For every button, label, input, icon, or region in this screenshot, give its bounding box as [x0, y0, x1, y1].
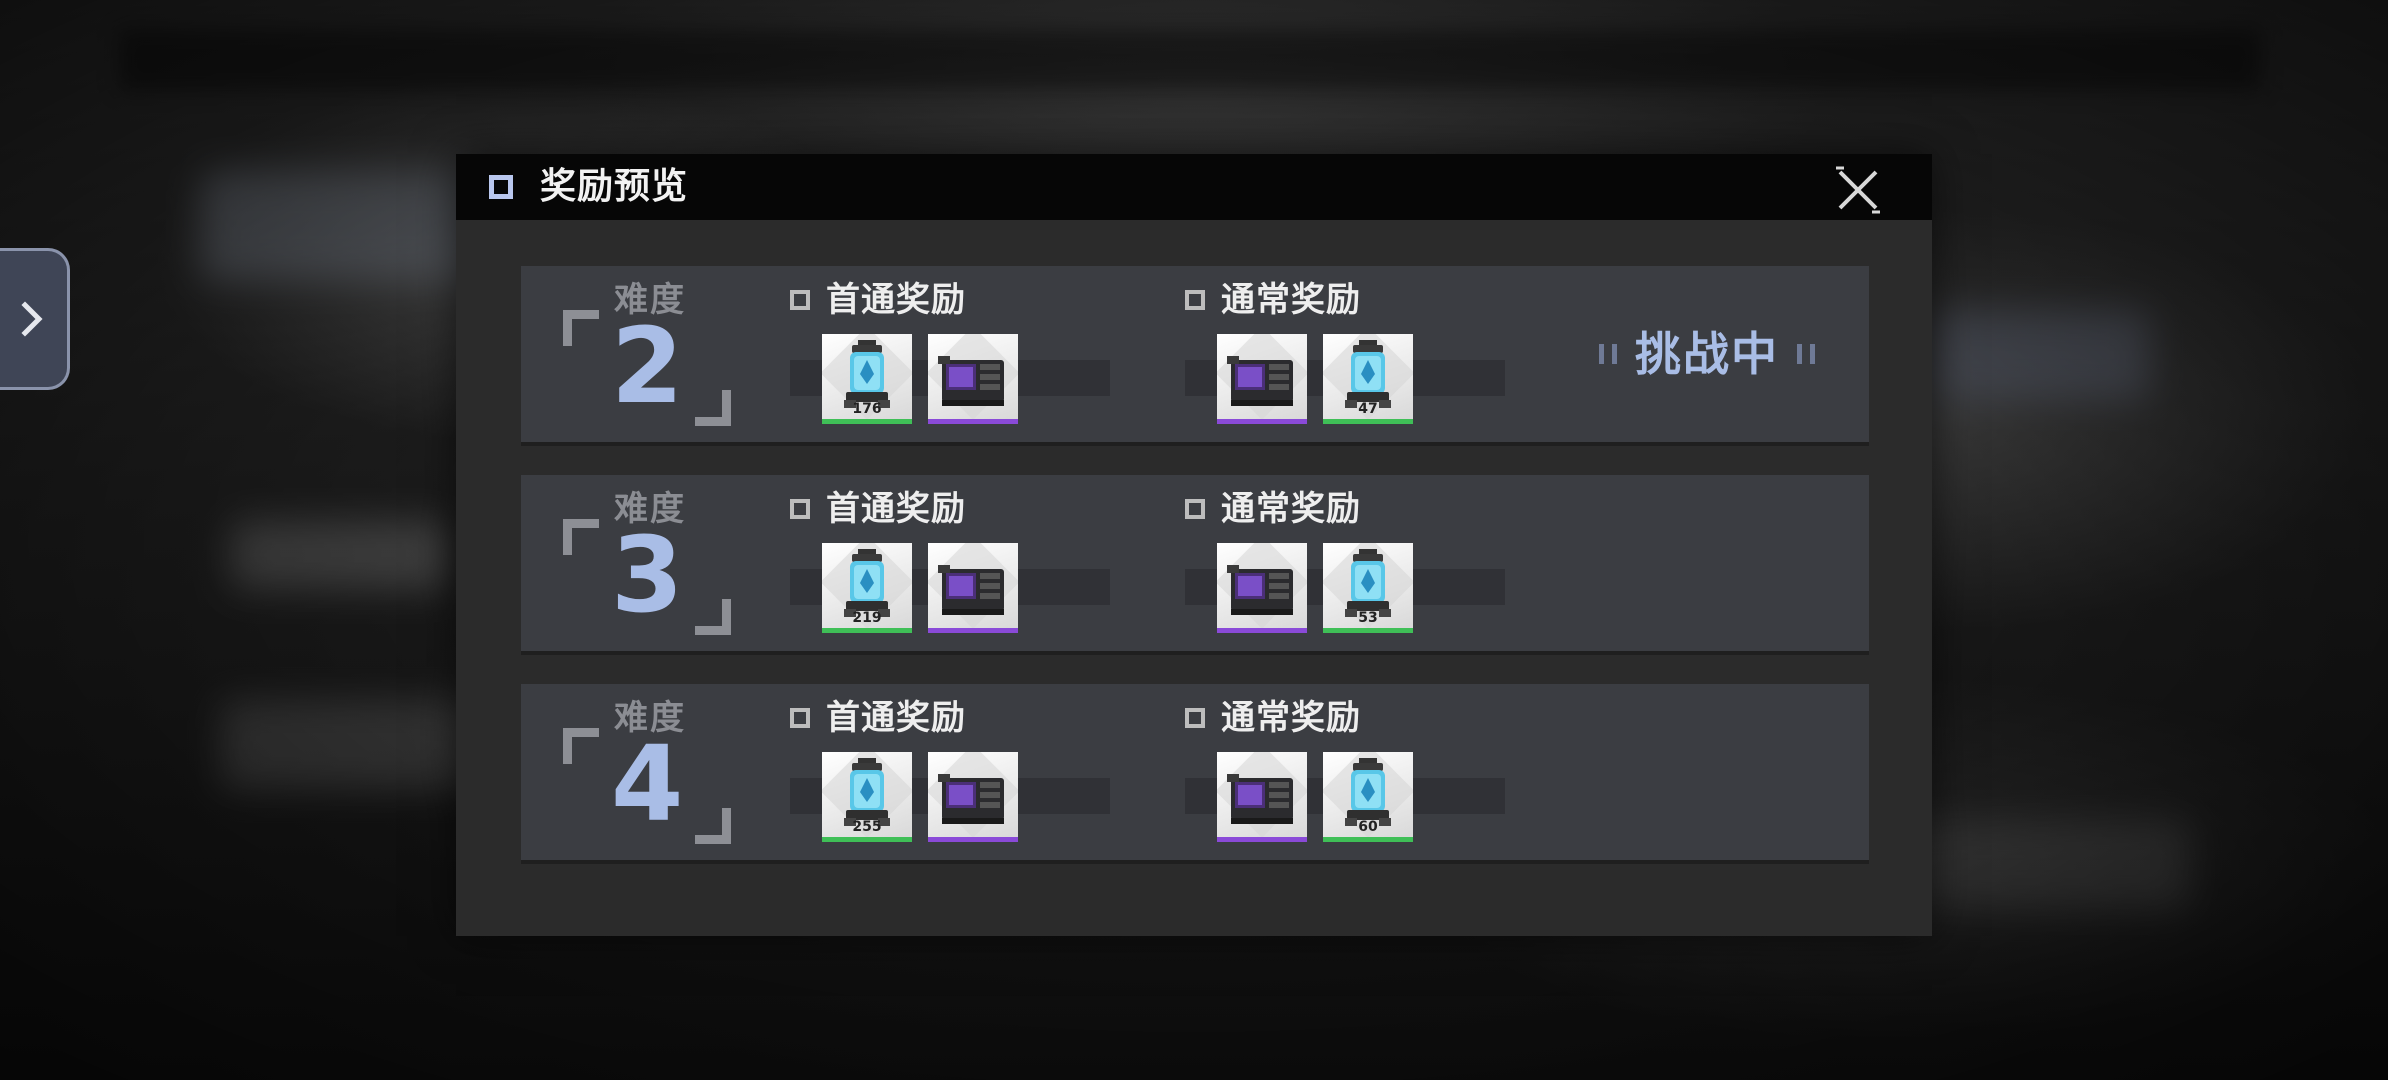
status-dash — [1810, 344, 1815, 364]
regular-label: 通常奖励 — [1221, 698, 1361, 738]
purple-device-icon — [938, 774, 1004, 824]
regular-rewards: 通常奖励 60 — [1185, 684, 1545, 860]
first-clear-rewards: 首通奖励 255 — [790, 684, 1150, 860]
reward-group-header: 通常奖励 — [1185, 280, 1361, 320]
reward-item[interactable]: 176 — [822, 334, 912, 424]
regular-label: 通常奖励 — [1221, 280, 1361, 320]
side-expand-tab[interactable] — [0, 248, 70, 390]
reward-items: 60 — [1217, 752, 1413, 842]
purple-device-icon — [1227, 774, 1293, 824]
difficulty-row[interactable]: 难度 3 首通奖励 219 通常奖励 53 — [521, 475, 1869, 651]
group-square-icon — [790, 290, 810, 310]
regular-rewards: 通常奖励 53 — [1185, 475, 1545, 651]
difficulty-number: 3 — [611, 514, 684, 636]
group-square-icon — [1185, 290, 1205, 310]
bracket-bottom-right — [695, 390, 731, 426]
reward-items: 53 — [1217, 543, 1413, 633]
challenge-status: 挑战中 — [1599, 324, 1815, 384]
close-icon — [1836, 166, 1880, 214]
first-clear-label: 首通奖励 — [826, 698, 966, 738]
item-count: 219 — [852, 610, 882, 626]
reward-group-header: 通常奖励 — [1185, 698, 1361, 738]
dialog-header: 奖励预览 — [456, 154, 1932, 220]
reward-group-header: 首通奖励 — [790, 698, 966, 738]
bracket-top-left — [563, 310, 599, 346]
purple-device-icon — [938, 356, 1004, 406]
reward-item[interactable]: 47 — [1323, 334, 1413, 424]
first-clear-rewards: 首通奖励 176 — [790, 266, 1150, 442]
challenge-status-text: 挑战中 — [1635, 327, 1779, 381]
reward-item[interactable]: 60 — [1323, 752, 1413, 842]
first-clear-label: 首通奖励 — [826, 489, 966, 529]
title-square-icon — [489, 175, 513, 199]
difficulty-row[interactable]: 难度 4 首通奖励 255 通常奖励 60 — [521, 684, 1869, 860]
dialog-title: 奖励预览 — [540, 166, 689, 207]
bracket-top-left — [563, 519, 599, 555]
reward-items: 255 — [822, 752, 1018, 842]
reward-item[interactable] — [1217, 334, 1307, 424]
reward-items: 176 — [822, 334, 1018, 424]
reward-item[interactable] — [1217, 543, 1307, 633]
regular-rewards: 通常奖励 47 — [1185, 266, 1545, 442]
bracket-bottom-right — [695, 808, 731, 844]
difficulty-badge: 难度 2 — [521, 266, 761, 442]
group-square-icon — [790, 499, 810, 519]
reward-preview-dialog: 奖励预览 难度 2 首通奖励 176 通常奖励 47 挑战中 难度 3 首通奖励… — [456, 154, 1932, 936]
group-square-icon — [790, 708, 810, 728]
item-count: 60 — [1358, 819, 1378, 835]
reward-items: 47 — [1217, 334, 1413, 424]
difficulty-row[interactable]: 难度 2 首通奖励 176 通常奖励 47 挑战中 — [521, 266, 1869, 442]
first-clear-rewards: 首通奖励 219 — [790, 475, 1150, 651]
first-clear-label: 首通奖励 — [826, 280, 966, 320]
reward-group-header: 通常奖励 — [1185, 489, 1361, 529]
reward-item[interactable] — [1217, 752, 1307, 842]
item-count: 255 — [852, 819, 882, 835]
difficulty-number: 2 — [611, 305, 684, 427]
status-dash — [1599, 344, 1604, 364]
status-dash — [1612, 344, 1617, 364]
difficulty-badge: 难度 3 — [521, 475, 761, 651]
purple-device-icon — [1227, 565, 1293, 615]
difficulty-badge: 难度 4 — [521, 684, 761, 860]
purple-device-icon — [938, 565, 1004, 615]
reward-item[interactable] — [928, 752, 1018, 842]
reward-item[interactable] — [928, 543, 1018, 633]
item-count: 53 — [1358, 610, 1378, 626]
reward-group-header: 首通奖励 — [790, 280, 966, 320]
reward-item[interactable]: 219 — [822, 543, 912, 633]
reward-item[interactable]: 255 — [822, 752, 912, 842]
regular-label: 通常奖励 — [1221, 489, 1361, 529]
group-square-icon — [1185, 708, 1205, 728]
reward-item[interactable] — [928, 334, 1018, 424]
chevron-right-icon — [20, 301, 43, 337]
reward-group-header: 首通奖励 — [790, 489, 966, 529]
item-count: 176 — [852, 401, 882, 417]
reward-items: 219 — [822, 543, 1018, 633]
bracket-bottom-right — [695, 599, 731, 635]
difficulty-number: 4 — [611, 723, 684, 845]
item-count: 47 — [1358, 401, 1378, 417]
close-button[interactable] — [1834, 166, 1882, 214]
purple-device-icon — [1227, 356, 1293, 406]
status-dash — [1797, 344, 1802, 364]
group-square-icon — [1185, 499, 1205, 519]
reward-item[interactable]: 53 — [1323, 543, 1413, 633]
bracket-top-left — [563, 728, 599, 764]
